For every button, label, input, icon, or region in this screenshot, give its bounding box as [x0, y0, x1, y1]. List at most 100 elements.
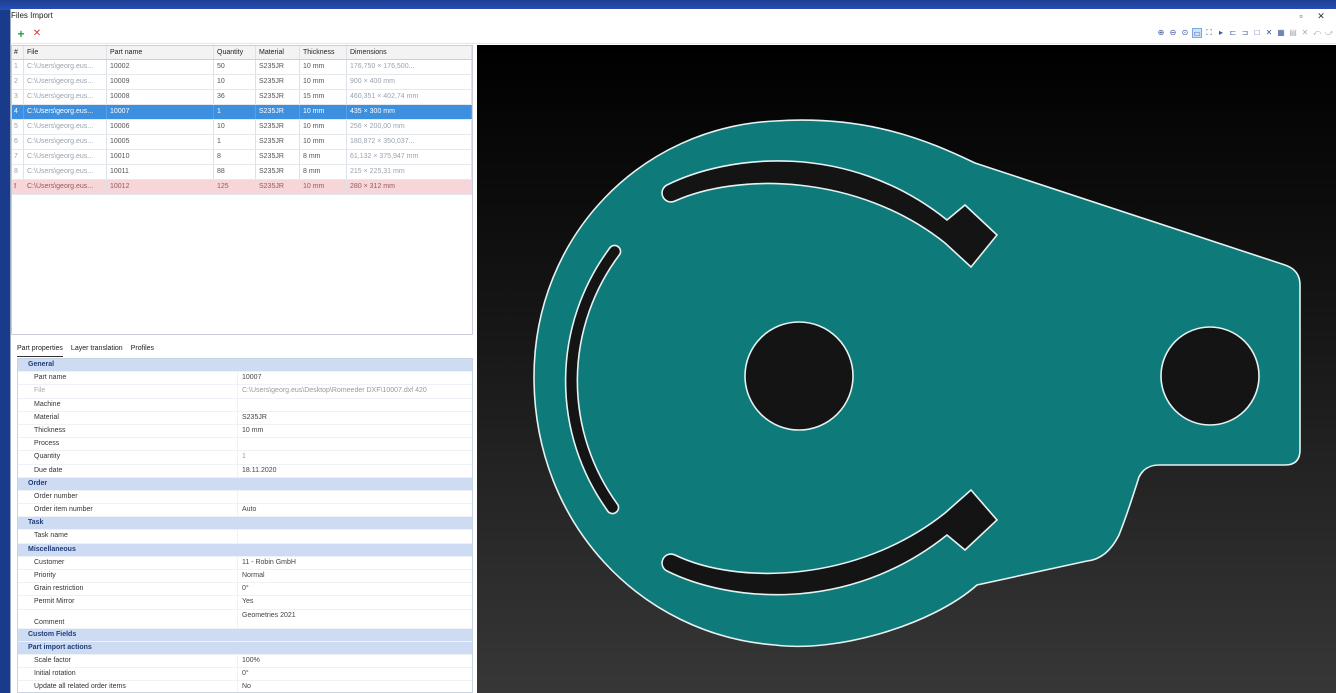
prop-initial-rotation[interactable]: Initial rotation 0° — [18, 668, 472, 682]
prop-file[interactable]: File C:\Users\georg.eus\Desktop\Romeeder … — [18, 385, 472, 399]
row-dimensions: 61,132 × 375,947 mm — [347, 150, 472, 164]
row-part: 10011 — [107, 165, 214, 179]
row-dimensions: 256 × 200,00 mm — [347, 120, 472, 134]
prop-value: No — [242, 683, 251, 691]
prop-customer[interactable]: Customer 11 - Robin GmbH — [18, 556, 472, 570]
play-icon[interactable]: ▸ — [1216, 28, 1226, 38]
remove-icon[interactable]: ✕ — [31, 28, 43, 40]
prop-key: Material — [18, 411, 238, 424]
row-material: S235JR — [256, 165, 300, 179]
prop-scale-factor[interactable]: Scale factor 100% — [18, 654, 472, 669]
grid-dim-icon[interactable]: ▤ — [1288, 28, 1298, 38]
maximize-button[interactable]: ▫ — [1294, 9, 1308, 23]
prop-due-date[interactable]: Due date 18.11.2020 — [18, 464, 472, 478]
row-dimensions: 900 × 400 mm — [347, 75, 472, 89]
prop-value: 0° — [242, 585, 249, 593]
row-qty: 88 — [214, 165, 256, 179]
expand-icon[interactable]: ⛶ — [1204, 28, 1214, 38]
col-header-part-name[interactable]: Part name — [107, 46, 214, 59]
part-preview-viewport[interactable] — [477, 45, 1336, 693]
tool-dim2-icon[interactable]: ⤺ — [1312, 28, 1322, 38]
prop-order-item-number[interactable]: Order item number Auto — [18, 504, 472, 518]
row-qty: 50 — [214, 60, 256, 74]
col-header-quantity[interactable]: Quantity — [214, 46, 256, 59]
table-row-error[interactable]: ! C:\Users\georg.eus... 10012 125 S235JR… — [12, 180, 472, 195]
col-header-file[interactable]: File — [24, 46, 107, 59]
category-label: Order — [28, 479, 48, 487]
layout-icon[interactable]: ▦ — [1276, 28, 1286, 38]
zoom-out-icon[interactable]: ⊖ — [1168, 28, 1178, 38]
category-order[interactable]: Order — [18, 477, 472, 491]
grid-header: # File Part name Quantity Material Thick… — [12, 46, 472, 60]
files-import-window: Files Import ▫ ✕ + ✕ ⊕ ⊖ ⊙ ▭ ⛶ ▸ ⊏ ⊐ □ ✕… — [10, 9, 1336, 693]
zoom-fit-icon[interactable]: ⊙ — [1180, 28, 1190, 38]
frame-icon[interactable]: □ — [1252, 28, 1262, 38]
prop-comment[interactable]: Comment Geometries 2021 — [18, 609, 472, 629]
table-row[interactable]: 7 C:\Users\georg.eus... 10010 8 S235JR 8… — [12, 150, 472, 165]
row-material: S235JR — [256, 135, 300, 149]
prop-key: Machine — [18, 398, 238, 411]
prop-priority[interactable]: Priority Normal — [18, 570, 472, 584]
category-general[interactable]: General — [18, 359, 472, 373]
tab-profiles[interactable]: Profiles — [131, 345, 154, 357]
category-custom-fields[interactable]: Custom Fields — [18, 628, 472, 642]
prop-value — [238, 438, 472, 450]
tool-dim3-icon[interactable]: ⤻ — [1324, 28, 1334, 38]
plus-icon[interactable]: + — [15, 28, 27, 40]
prop-value: Yes — [242, 598, 254, 606]
table-row[interactable]: 2 C:\Users\georg.eus... 10009 10 S235JR … — [12, 75, 472, 90]
window-title: Files Import — [11, 11, 53, 20]
prop-grain-restriction[interactable]: Grain restriction 0° — [18, 583, 472, 597]
prop-thickness[interactable]: Thickness 10 mm — [18, 424, 472, 439]
prop-order-number[interactable]: Order number — [18, 490, 472, 505]
row-file: C:\Users\georg.eus... — [24, 105, 107, 119]
category-label: Task — [28, 519, 44, 527]
category-task[interactable]: Task — [18, 517, 472, 531]
table-row[interactable]: 8 C:\Users\georg.eus... 10011 88 S235JR … — [12, 165, 472, 180]
row-material: S235JR — [256, 60, 300, 74]
col-header-thickness[interactable]: Thickness — [300, 46, 347, 59]
row-file: C:\Users\georg.eus... — [24, 165, 107, 179]
prop-quantity[interactable]: Quantity 1 — [18, 451, 472, 465]
prop-value: 10 mm — [242, 426, 264, 434]
table-row[interactable]: 6 C:\Users\georg.eus... 10005 1 S235JR 1… — [12, 135, 472, 150]
main-toolbar: + ✕ ⊕ ⊖ ⊙ ▭ ⛶ ▸ ⊏ ⊐ □ ✕ ▦ ▤ ✕ ⤺ ⤻ — [11, 24, 1336, 44]
close-button[interactable]: ✕ — [1314, 9, 1328, 23]
prop-key: Due date — [18, 464, 238, 477]
table-row[interactable]: 3 C:\Users\georg.eus... 10008 36 S235JR … — [12, 90, 472, 105]
row-qty: 1 — [214, 135, 256, 149]
category-miscellaneous[interactable]: Miscellaneous — [18, 543, 472, 557]
prop-value: Normal — [242, 572, 265, 579]
prop-material[interactable]: Material S235JR — [18, 411, 472, 425]
align-right-icon[interactable]: ⊐ — [1240, 28, 1250, 38]
prop-value: Geometries 2021 — [242, 611, 296, 619]
table-row[interactable]: 5 C:\Users\georg.eus... 10006 10 S235JR … — [12, 120, 472, 135]
col-header-dimensions[interactable]: Dimensions — [347, 46, 472, 59]
row-dimensions: 460,351 × 402,74 mm — [347, 90, 472, 104]
prop-permit-mirror[interactable]: Permit Mirror Yes — [18, 596, 472, 610]
tool-dim-icon[interactable]: ✕ — [1300, 28, 1310, 38]
row-dimensions: 280 × 312 mm — [347, 180, 472, 194]
prop-task-name[interactable]: Task name — [18, 530, 472, 544]
row-num: 6 — [12, 135, 24, 149]
tab-part-properties[interactable]: Part properties — [17, 345, 63, 357]
close-x-icon[interactable]: ✕ — [1264, 28, 1274, 38]
prop-machine[interactable]: Machine — [18, 398, 472, 412]
category-label: General — [28, 361, 55, 368]
zoom-in-icon[interactable]: ⊕ — [1156, 28, 1166, 38]
prop-part-name[interactable]: Part name 10007 — [18, 372, 472, 386]
col-header-num[interactable]: # — [12, 46, 24, 59]
prop-update-related[interactable]: Update all related order items No — [18, 681, 472, 692]
align-left-icon[interactable]: ⊏ — [1228, 28, 1238, 38]
table-row[interactable]: 1 C:\Users\georg.eus... 10002 50 S235JR … — [12, 60, 472, 75]
category-part-import-actions[interactable]: Part import actions — [18, 641, 472, 655]
select-icon[interactable]: ▭ — [1192, 28, 1202, 38]
col-header-material[interactable]: Material — [256, 46, 300, 59]
error-icon: ! — [12, 180, 24, 194]
table-row-selected[interactable]: 4 C:\Users\georg.eus... 10007 1 S235JR 1… — [12, 105, 472, 120]
tab-layer-translation[interactable]: Layer translation — [71, 345, 123, 357]
prop-value: 18.11.2020 — [242, 466, 277, 474]
category-label: Custom Fields — [28, 630, 77, 638]
prop-process[interactable]: Process — [18, 438, 472, 452]
row-material: S235JR — [256, 90, 300, 104]
